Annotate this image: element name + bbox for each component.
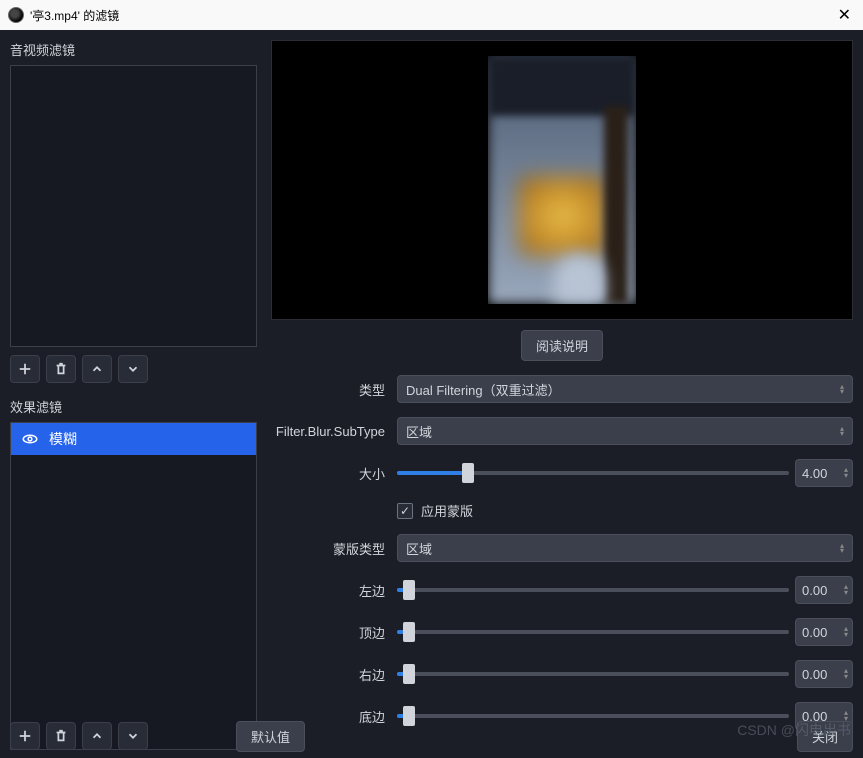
delete-button[interactable] (46, 355, 76, 383)
mask-type-dropdown[interactable]: 区域 ▴▾ (397, 534, 853, 562)
left-edge-spinbox[interactable]: 0.00▴▾ (795, 576, 853, 604)
add-button[interactable] (10, 355, 40, 383)
defaults-button[interactable]: 默认值 (236, 721, 305, 752)
obs-icon (8, 7, 24, 23)
top-edge-label: 顶边 (271, 623, 397, 642)
titlebar: '亭3.mp4' 的滤镜 ✕ (0, 0, 863, 30)
size-slider-fill (397, 471, 468, 475)
chevron-updown-icon: ▴▾ (840, 543, 844, 553)
move-down-button[interactable] (118, 355, 148, 383)
size-label: 大小 (271, 464, 397, 483)
subtype-label: Filter.Blur.SubType (271, 424, 397, 439)
list-item[interactable]: 模糊 (11, 423, 256, 455)
chevron-updown-icon: ▴▾ (844, 467, 848, 479)
av-filters-list[interactable] (10, 65, 257, 347)
top-edge-slider[interactable] (397, 630, 789, 634)
delete-button[interactable] (46, 722, 76, 750)
move-up-button[interactable] (82, 722, 112, 750)
preview-image (488, 56, 636, 304)
subtype-dropdown[interactable]: 区域 ▴▾ (397, 417, 853, 445)
move-up-button[interactable] (82, 355, 112, 383)
bottom-bar: 默认值 关闭 (0, 714, 863, 758)
apply-mask-checkbox[interactable] (397, 503, 413, 519)
eye-icon[interactable] (21, 430, 39, 448)
right-edge-label: 右边 (271, 665, 397, 684)
chevron-updown-icon: ▴▾ (840, 426, 844, 436)
size-spinbox[interactable]: 4.00 ▴▾ (795, 459, 853, 487)
chevron-updown-icon: ▴▾ (840, 384, 844, 394)
read-instructions-button[interactable]: 阅读说明 (521, 330, 603, 361)
type-dropdown[interactable]: Dual Filtering（双重过滤） ▴▾ (397, 375, 853, 403)
window-title: '亭3.mp4' 的滤镜 (30, 7, 119, 24)
av-toolbar (10, 355, 257, 383)
add-button[interactable] (10, 722, 40, 750)
left-edge-label: 左边 (271, 581, 397, 600)
effect-filters-label: 效果滤镜 (10, 397, 257, 416)
left-edge-slider[interactable] (397, 588, 789, 592)
move-down-button[interactable] (118, 722, 148, 750)
apply-mask-label: 应用蒙版 (421, 501, 473, 520)
preview-area (271, 40, 853, 320)
effect-filters-list[interactable]: 模糊 (10, 422, 257, 750)
effect-item-label: 模糊 (49, 429, 77, 449)
right-edge-slider[interactable] (397, 672, 789, 676)
right-edge-spinbox[interactable]: 0.00▴▾ (795, 660, 853, 688)
mask-type-label: 蒙版类型 (271, 539, 397, 558)
top-edge-spinbox[interactable]: 0.00▴▾ (795, 618, 853, 646)
close-icon[interactable]: ✕ (834, 5, 855, 25)
size-slider[interactable] (397, 471, 789, 475)
type-label: 类型 (271, 380, 397, 399)
close-button[interactable]: 关闭 (797, 721, 853, 752)
av-filters-label: 音视频滤镜 (10, 40, 257, 59)
